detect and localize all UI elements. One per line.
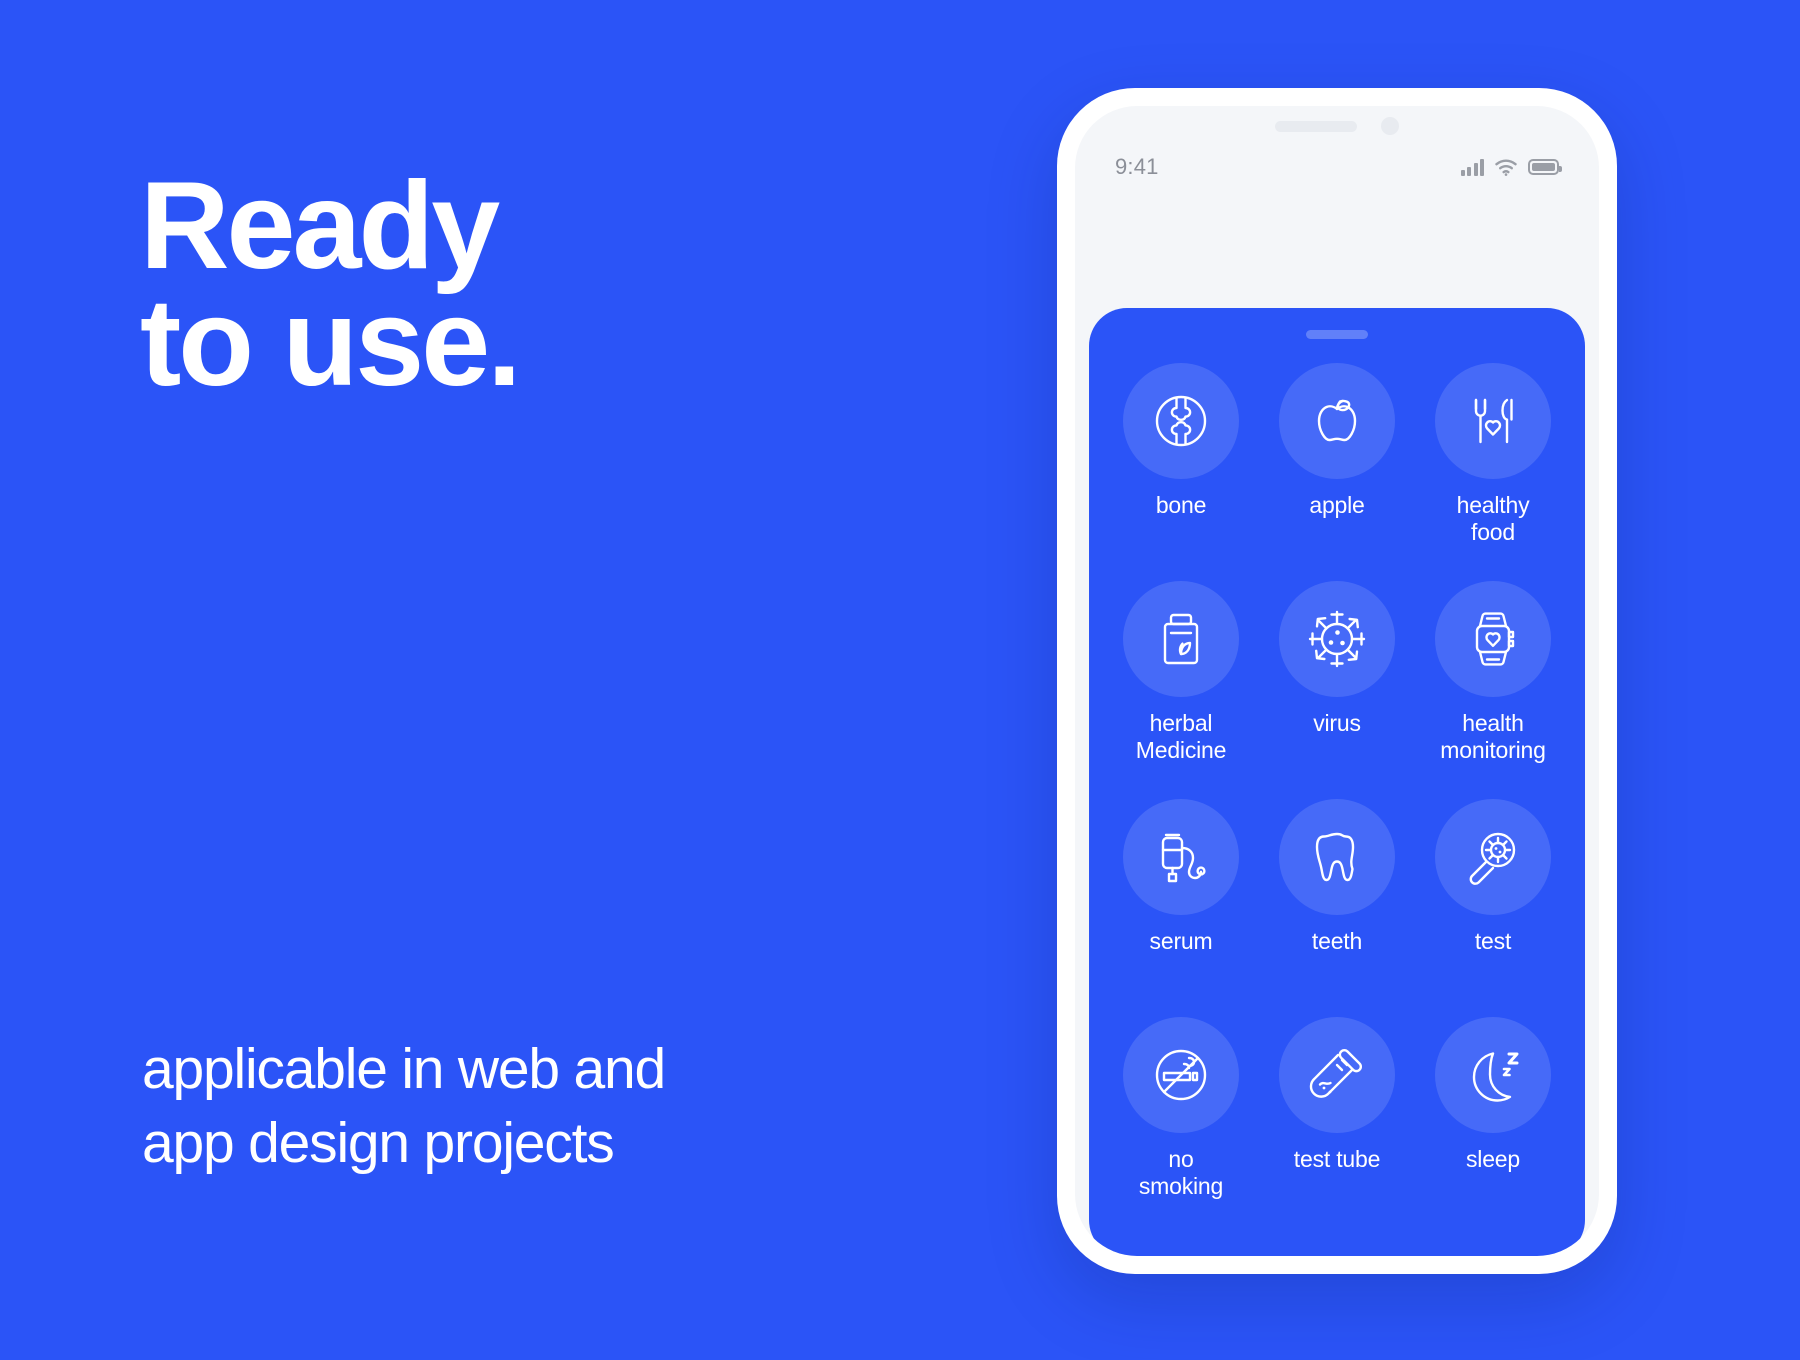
tooth-icon <box>1279 799 1395 915</box>
icon-tile-health-monitoring[interactable]: health monitoring <box>1415 573 1571 791</box>
icon-tile-label: serum <box>1149 928 1213 954</box>
icon-grid: bone apple healthy food herbal Medicine … <box>1089 355 1585 1227</box>
promo-copy-column: Ready to use. applicable in web and app … <box>140 0 980 1360</box>
icon-sheet: bone apple healthy food herbal Medicine … <box>1089 308 1585 1256</box>
iv-drip-icon <box>1123 799 1239 915</box>
no-smoking-icon <box>1123 1017 1239 1133</box>
icon-tile-label: no smoking <box>1138 1146 1224 1200</box>
icon-tile-virus[interactable]: virus <box>1259 573 1415 791</box>
icon-tile-label: virus <box>1313 710 1361 736</box>
cellular-signal-icon <box>1460 158 1484 176</box>
smartwatch-heart-icon <box>1435 581 1551 697</box>
icon-tile-healthy-food[interactable]: healthy food <box>1415 355 1571 573</box>
icon-tile-label: test tube <box>1293 1146 1381 1172</box>
icon-tile-test[interactable]: test <box>1415 791 1571 1009</box>
phone-screen: 9:41 bone apple healthy food herbal Medi… <box>1075 106 1599 1256</box>
icon-tile-label: sleep <box>1466 1146 1520 1172</box>
moon-zzz-icon <box>1435 1017 1551 1133</box>
status-icon-group <box>1460 158 1562 176</box>
phone-mockup: 9:41 bone apple healthy food herbal Medi… <box>1057 88 1617 1274</box>
icon-tile-label: health monitoring <box>1440 710 1546 764</box>
status-bar: 9:41 <box>1075 150 1599 184</box>
icon-tile-label: herbal Medicine <box>1135 710 1227 764</box>
herbal-jar-icon <box>1123 581 1239 697</box>
front-camera-icon <box>1381 117 1399 135</box>
page-subtitle: applicable in web and app design project… <box>142 1037 666 1176</box>
battery-icon <box>1528 159 1562 175</box>
icon-tile-label: apple <box>1309 492 1365 518</box>
icon-tile-label: test <box>1474 928 1512 954</box>
icon-tile-herbal-medicine[interactable]: herbal Medicine <box>1103 573 1259 791</box>
magnifier-germ-icon <box>1435 799 1551 915</box>
icon-tile-apple[interactable]: apple <box>1259 355 1415 573</box>
status-time: 9:41 <box>1115 154 1159 179</box>
icon-tile-label: bone <box>1155 492 1207 518</box>
sheet-drag-handle[interactable] <box>1306 330 1368 339</box>
fork-knife-heart-icon <box>1435 363 1551 479</box>
icon-tile-bone[interactable]: bone <box>1103 355 1259 573</box>
wifi-icon <box>1495 159 1517 176</box>
earpiece-speaker-icon <box>1275 120 1357 132</box>
icon-tile-label: healthy food <box>1456 492 1530 546</box>
icon-tile-teeth[interactable]: teeth <box>1259 791 1415 1009</box>
virus-icon <box>1279 581 1395 697</box>
test-tube-icon <box>1279 1017 1395 1133</box>
icon-tile-no-smoking[interactable]: no smoking <box>1103 1009 1259 1227</box>
page-title: Ready to use. <box>140 157 522 412</box>
icon-tile-sleep[interactable]: sleep <box>1415 1009 1571 1227</box>
phone-notch <box>1218 106 1456 146</box>
apple-icon <box>1279 363 1395 479</box>
icon-tile-label: teeth <box>1311 928 1363 954</box>
icon-tile-serum[interactable]: serum <box>1103 791 1259 1009</box>
icon-tile-test-tube[interactable]: test tube <box>1259 1009 1415 1227</box>
bone-icon <box>1123 363 1239 479</box>
